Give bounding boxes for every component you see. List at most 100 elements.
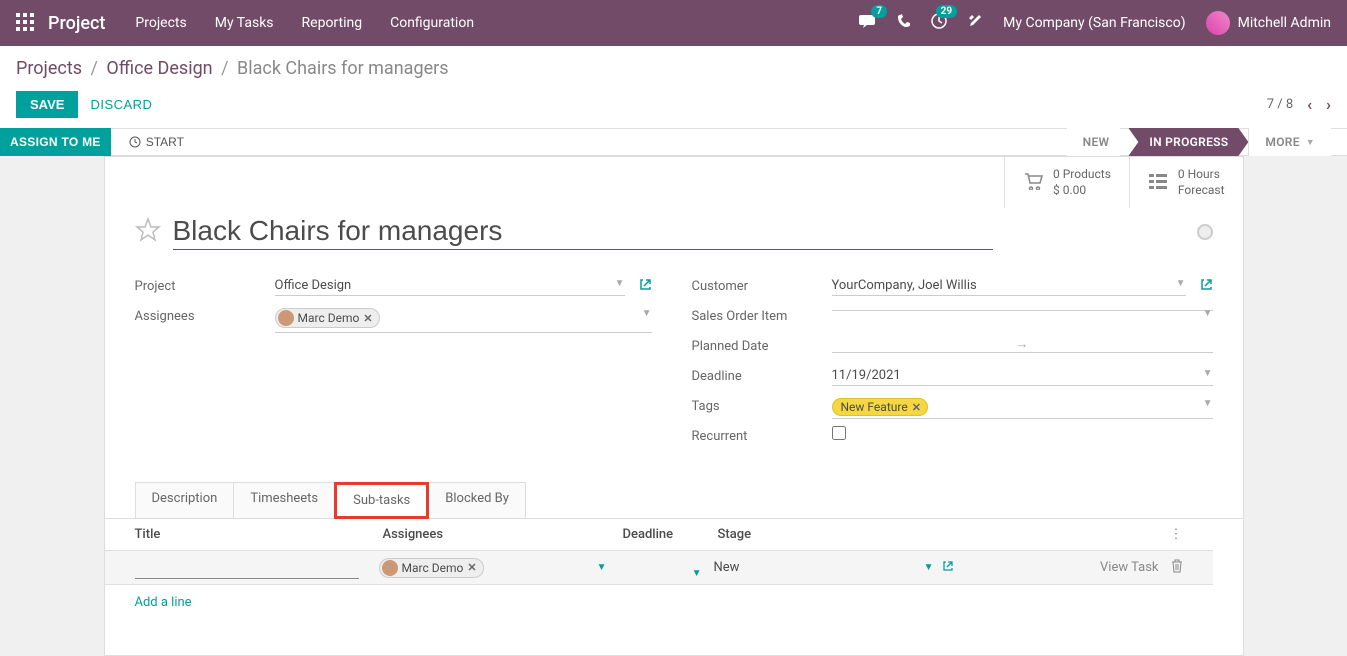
form-sheet: 0 Products $ 0.00 0 Hours Forecast	[104, 156, 1244, 656]
breadcrumb-project[interactable]: Office Design	[106, 58, 212, 79]
user-name: Mitchell Admin	[1238, 15, 1331, 31]
messages-badge: 7	[871, 5, 887, 18]
stat-hours[interactable]: 0 Hours Forecast	[1129, 157, 1243, 208]
status-new[interactable]: NEW	[1067, 128, 1130, 156]
phone-icon[interactable]	[897, 14, 911, 32]
breadcrumb-sep: /	[90, 58, 97, 79]
form-col-left: Project Office Design ▼ Assignees	[135, 274, 652, 454]
tabs: Description Timesheets Sub-tasks Blocked…	[105, 482, 1243, 519]
nav-configuration[interactable]: Configuration	[390, 15, 474, 31]
chevron-down-icon: ▼	[1203, 308, 1213, 319]
project-label: Project	[135, 276, 275, 294]
chevron-down-icon: ▼	[1306, 137, 1315, 148]
status-in-progress[interactable]: IN PROGRESS	[1128, 128, 1248, 156]
close-icon[interactable]: ✕	[363, 312, 372, 325]
add-line-button[interactable]: Add a line	[105, 585, 1213, 620]
start-button[interactable]: START	[129, 135, 184, 149]
deadline-label: Deadline	[692, 366, 832, 384]
table-header: Title Assignees Deadline Stage ⋮	[105, 519, 1213, 551]
activities-badge: 29	[936, 5, 957, 18]
brand-title: Project	[48, 13, 105, 34]
status-more[interactable]: MORE ▼	[1248, 128, 1331, 156]
status-bar: ASSIGN TO ME START NEW IN PROGRESS MORE …	[0, 128, 1347, 156]
pager: 7 / 8 ‹ ›	[1267, 95, 1331, 114]
avatar	[382, 560, 398, 576]
pager-next[interactable]: ›	[1326, 95, 1331, 114]
subtask-title-input[interactable]	[135, 557, 359, 579]
nav-reporting[interactable]: Reporting	[302, 15, 363, 31]
view-task-button[interactable]: View Task	[1100, 560, 1158, 575]
breadcrumb-projects[interactable]: Projects	[16, 58, 82, 79]
subtask-table: Title Assignees Deadline Stage ⋮ Marc De…	[105, 519, 1243, 644]
discard-button[interactable]: DISCARD	[90, 97, 152, 112]
assignee-chip: Marc Demo ✕	[275, 308, 380, 328]
nav-right: 7 29 My Company (San Francisco) Mitchell…	[859, 11, 1331, 35]
apps-icon[interactable]	[16, 13, 36, 33]
planned-date-start[interactable]	[832, 337, 1008, 352]
pager-prev[interactable]: ‹	[1307, 95, 1312, 114]
th-assignees: Assignees	[383, 527, 623, 542]
breadcrumb-current: Black Chairs for managers	[237, 58, 448, 79]
external-link-icon[interactable]	[639, 278, 652, 295]
subtask-stage-field[interactable]: New ▼	[714, 560, 954, 576]
tags-field[interactable]: New Feature ✕ ▼	[832, 396, 1213, 419]
nav-links: Projects My Tasks Reporting Configuratio…	[135, 15, 474, 31]
close-icon[interactable]: ✕	[912, 401, 921, 414]
kanban-state-dot[interactable]	[1197, 224, 1213, 240]
planned-date-end[interactable]	[1037, 337, 1213, 352]
messages-icon[interactable]: 7	[859, 13, 877, 33]
breadcrumb: Projects / Office Design / Black Chairs …	[16, 58, 1331, 79]
tab-sub-tasks[interactable]: Sub-tasks	[334, 482, 429, 519]
tab-blocked-by[interactable]: Blocked By	[428, 482, 526, 518]
breadcrumb-row: Projects / Office Design / Black Chairs …	[0, 46, 1347, 85]
tools-icon[interactable]	[967, 13, 983, 33]
customer-field[interactable]: YourCompany, Joel Willis ▼	[832, 276, 1186, 296]
chevron-down-icon: ▼	[924, 562, 934, 573]
user-avatar	[1206, 11, 1230, 35]
external-link-icon[interactable]	[1200, 278, 1213, 295]
pager-count: 7 / 8	[1267, 97, 1293, 112]
star-icon[interactable]	[135, 217, 161, 247]
status-chips: NEW IN PROGRESS MORE ▼	[1067, 128, 1331, 156]
planned-date-label: Planned Date	[692, 336, 832, 354]
subtask-assignees-field[interactable]: Marc Demo ✕ ▼	[379, 558, 619, 578]
nav-projects[interactable]: Projects	[135, 15, 186, 31]
th-title: Title	[135, 527, 383, 542]
recurrent-checkbox[interactable]	[832, 426, 846, 440]
save-button[interactable]: SAVE	[16, 91, 78, 118]
stat-products[interactable]: 0 Products $ 0.00	[1005, 157, 1129, 208]
assignees-label: Assignees	[135, 306, 275, 324]
tasks-icon	[1148, 173, 1168, 193]
project-field[interactable]: Office Design ▼	[275, 276, 625, 296]
tab-description[interactable]: Description	[135, 482, 235, 518]
recurrent-label: Recurrent	[692, 426, 832, 444]
deadline-field[interactable]: 11/19/2021 ▼	[832, 366, 1213, 386]
chevron-down-icon: ▼	[1176, 278, 1186, 289]
stat-hours-count: 0 Hours	[1178, 167, 1225, 183]
stat-products-amount: $ 0.00	[1053, 183, 1111, 199]
sales-order-label: Sales Order Item	[692, 306, 832, 324]
assign-to-me-button[interactable]: ASSIGN TO ME	[0, 128, 111, 156]
close-icon[interactable]: ✕	[467, 561, 476, 574]
cart-icon	[1023, 172, 1043, 194]
sales-order-field[interactable]: ▼	[832, 306, 1213, 311]
activities-icon[interactable]: 29	[931, 13, 947, 33]
external-link-icon[interactable]	[942, 560, 954, 576]
customer-label: Customer	[692, 276, 832, 294]
trash-icon[interactable]	[1171, 559, 1183, 577]
planned-date-field[interactable]: →	[832, 336, 1213, 353]
tag-chip: New Feature ✕	[832, 398, 928, 416]
table-options-icon[interactable]: ⋮	[1170, 527, 1183, 542]
form-body: Project Office Design ▼ Assignees	[105, 274, 1243, 482]
th-stage: Stage	[718, 527, 958, 542]
top-navbar: Project Projects My Tasks Reporting Conf…	[0, 0, 1347, 46]
user-menu[interactable]: Mitchell Admin	[1206, 11, 1331, 35]
company-name[interactable]: My Company (San Francisco)	[1003, 15, 1185, 31]
th-deadline: Deadline	[623, 527, 718, 542]
assignees-field[interactable]: Marc Demo ✕ ▼	[275, 306, 652, 333]
stat-products-count: 0 Products	[1053, 167, 1111, 183]
task-title-input[interactable]	[173, 213, 993, 250]
chevron-down-icon: ▼	[597, 562, 607, 573]
tab-timesheets[interactable]: Timesheets	[233, 482, 335, 518]
nav-my-tasks[interactable]: My Tasks	[215, 15, 274, 31]
